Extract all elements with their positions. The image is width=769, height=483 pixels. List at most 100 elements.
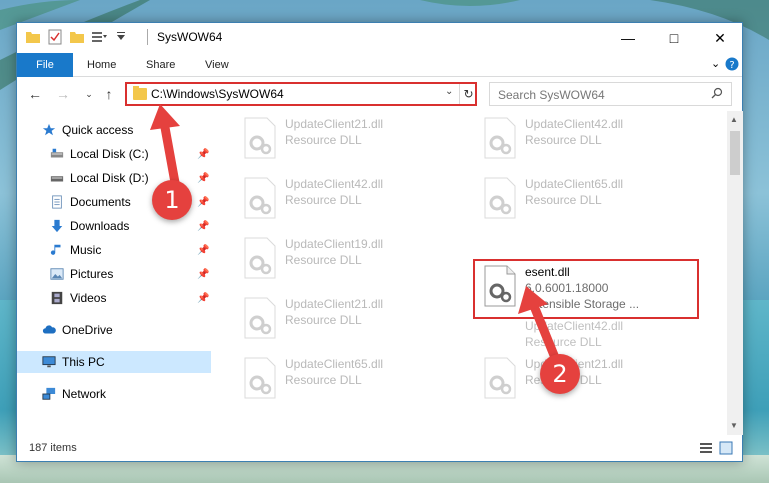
sidebar-item-label: Local Disk (D:) bbox=[70, 171, 149, 185]
tab-view[interactable]: View bbox=[205, 53, 229, 77]
sidebar-item-label: Local Disk (C:) bbox=[70, 147, 149, 161]
pin-icon[interactable]: 📌 bbox=[197, 149, 209, 160]
properties-icon[interactable] bbox=[47, 29, 63, 45]
file-name: UpdateClient65.dll bbox=[525, 177, 624, 191]
forward-button[interactable]: → bbox=[55, 86, 71, 102]
sidebar-item-pictures[interactable]: Pictures 📌 bbox=[17, 263, 211, 285]
file-list: UpdateClient21.dll Resource DLL UpdateCl… bbox=[213, 113, 727, 431]
refresh-icon: ↻ bbox=[463, 87, 474, 101]
scrollbar-thumb[interactable] bbox=[730, 131, 740, 175]
search-icon[interactable] bbox=[711, 87, 723, 99]
arrow-left-icon: ← bbox=[28, 86, 42, 102]
tab-file[interactable]: File bbox=[17, 53, 73, 77]
address-bar[interactable]: C:\Windows\SysWOW64 ⌄ ↻ bbox=[125, 82, 477, 106]
close-button[interactable]: ✕ bbox=[697, 23, 743, 53]
search-placeholder: Search SysWOW64 bbox=[498, 88, 605, 102]
sidebar-item-onedrive[interactable]: OneDrive bbox=[17, 319, 211, 341]
monitor-icon bbox=[42, 356, 56, 368]
help-icon[interactable]: ? bbox=[725, 57, 739, 71]
chevron-down-icon: ⌄ bbox=[445, 86, 454, 97]
sidebar-item-label: Quick access bbox=[62, 123, 134, 137]
search-input[interactable]: Search SysWOW64 bbox=[489, 82, 732, 106]
ribbon-tabs: File Home Share View ⌄ ? bbox=[17, 53, 742, 77]
pin-icon[interactable]: 📌 bbox=[197, 245, 209, 256]
sidebar-item-label: Downloads bbox=[70, 219, 130, 233]
list-item[interactable]: UpdateClient21.dll Resource DLL bbox=[235, 293, 455, 347]
back-button[interactable]: ← bbox=[27, 86, 43, 102]
maximize-icon: □ bbox=[669, 30, 679, 46]
sidebar-item-music[interactable]: Music 📌 bbox=[17, 239, 211, 261]
address-dropdown-button[interactable]: ⌄ bbox=[445, 86, 453, 97]
list-item[interactable]: UpdateClient21.dll Resource DLL bbox=[475, 353, 695, 407]
svg-text:?: ? bbox=[729, 60, 734, 71]
sidebar-item-label: This PC bbox=[62, 355, 105, 369]
dropdown-arrow-icon[interactable] bbox=[113, 29, 129, 45]
step-2-callout: 2 bbox=[540, 354, 580, 394]
pictures-icon bbox=[50, 268, 64, 280]
dll-file-icon bbox=[244, 117, 276, 159]
close-icon: ✕ bbox=[714, 29, 726, 46]
navigation-pane: Quick access Local Disk (C:) 📌 Local Dis… bbox=[17, 113, 211, 428]
documents-icon bbox=[52, 195, 62, 209]
sidebar-item-local-disk-c[interactable]: Local Disk (C:) 📌 bbox=[17, 143, 211, 165]
list-item[interactable]: UpdateClient65.dll Resource DLL bbox=[235, 353, 455, 407]
list-item[interactable]: UpdateClient19.dll Resource DLL bbox=[235, 233, 455, 287]
file-name: UpdateClient42.dll bbox=[525, 319, 624, 333]
large-icons-view-icon[interactable] bbox=[719, 441, 733, 455]
up-button[interactable]: ↑ bbox=[101, 86, 117, 102]
chevron-down-icon: ⌄ bbox=[85, 88, 93, 99]
step-1-callout: 1 bbox=[152, 180, 192, 220]
recent-locations-button[interactable]: ⌄ bbox=[81, 86, 97, 102]
vertical-scrollbar[interactable]: ▲ ▼ bbox=[727, 111, 743, 435]
details-view-icon[interactable] bbox=[699, 441, 713, 455]
maximize-button[interactable]: □ bbox=[651, 23, 697, 53]
minimize-button[interactable]: — bbox=[605, 23, 651, 53]
customize-toolbar-icon[interactable] bbox=[91, 29, 107, 45]
window-title: SysWOW64 bbox=[157, 30, 223, 44]
list-item[interactable]: UpdateClient42.dll Resource DLL bbox=[475, 293, 695, 349]
music-note-icon bbox=[50, 244, 61, 255]
dll-file-icon bbox=[484, 357, 516, 399]
sidebar-item-label: Music bbox=[70, 243, 102, 257]
list-item[interactable]: UpdateClient42.dll Resource DLL bbox=[235, 173, 455, 227]
tab-home[interactable]: Home bbox=[87, 53, 116, 77]
pin-icon[interactable]: 📌 bbox=[197, 269, 209, 280]
sidebar-item-network[interactable]: Network bbox=[17, 383, 211, 405]
file-description: Resource DLL bbox=[525, 335, 602, 349]
pin-icon[interactable]: 📌 bbox=[197, 293, 209, 304]
status-bar: 187 items bbox=[17, 435, 742, 461]
sidebar-item-downloads[interactable]: Downloads 📌 bbox=[17, 215, 211, 237]
scroll-up-icon[interactable]: ▲ bbox=[730, 115, 738, 124]
dll-file-icon bbox=[244, 357, 276, 399]
file-name: UpdateClient65.dll bbox=[285, 357, 384, 371]
sidebar-item-quick-access[interactable]: Quick access bbox=[17, 119, 211, 141]
pin-icon[interactable]: 📌 bbox=[197, 197, 209, 208]
pin-icon[interactable]: 📌 bbox=[197, 221, 209, 232]
tab-share[interactable]: Share bbox=[146, 53, 175, 77]
sidebar-item-videos[interactable]: Videos 📌 bbox=[17, 287, 211, 309]
dll-file-icon bbox=[484, 177, 516, 219]
dll-file-icon bbox=[244, 237, 276, 279]
expand-ribbon-button[interactable]: ⌄ bbox=[711, 57, 720, 70]
file-explorer-window: SysWOW64 — □ ✕ File Home Share View ⌄ ? … bbox=[16, 22, 743, 462]
pin-icon[interactable]: 📌 bbox=[197, 173, 209, 184]
scroll-down-icon[interactable]: ▼ bbox=[730, 421, 738, 430]
file-name: UpdateClient19.dll bbox=[285, 237, 384, 251]
folder-icon[interactable] bbox=[25, 29, 41, 45]
video-film-icon bbox=[51, 291, 63, 305]
new-folder-icon[interactable] bbox=[69, 29, 85, 45]
file-description: Resource DLL bbox=[525, 193, 602, 207]
file-description: Resource DLL bbox=[285, 133, 362, 147]
list-item[interactable]: UpdateClient21.dll Resource DLL bbox=[235, 113, 455, 167]
list-item[interactable]: UpdateClient42.dll Resource DLL bbox=[475, 113, 695, 167]
sidebar-item-this-pc[interactable]: This PC bbox=[17, 351, 211, 373]
chevron-down-icon: ⌄ bbox=[711, 58, 721, 70]
cloud-icon bbox=[42, 325, 56, 334]
list-item[interactable]: UpdateClient65.dll Resource DLL bbox=[475, 173, 695, 227]
title-separator bbox=[147, 29, 148, 45]
address-path[interactable]: C:\Windows\SysWOW64 bbox=[151, 87, 284, 101]
refresh-button[interactable]: ↻ bbox=[459, 84, 477, 104]
dll-file-icon bbox=[244, 297, 276, 339]
file-name: UpdateClient42.dll bbox=[285, 177, 384, 191]
drive-icon bbox=[50, 176, 64, 182]
